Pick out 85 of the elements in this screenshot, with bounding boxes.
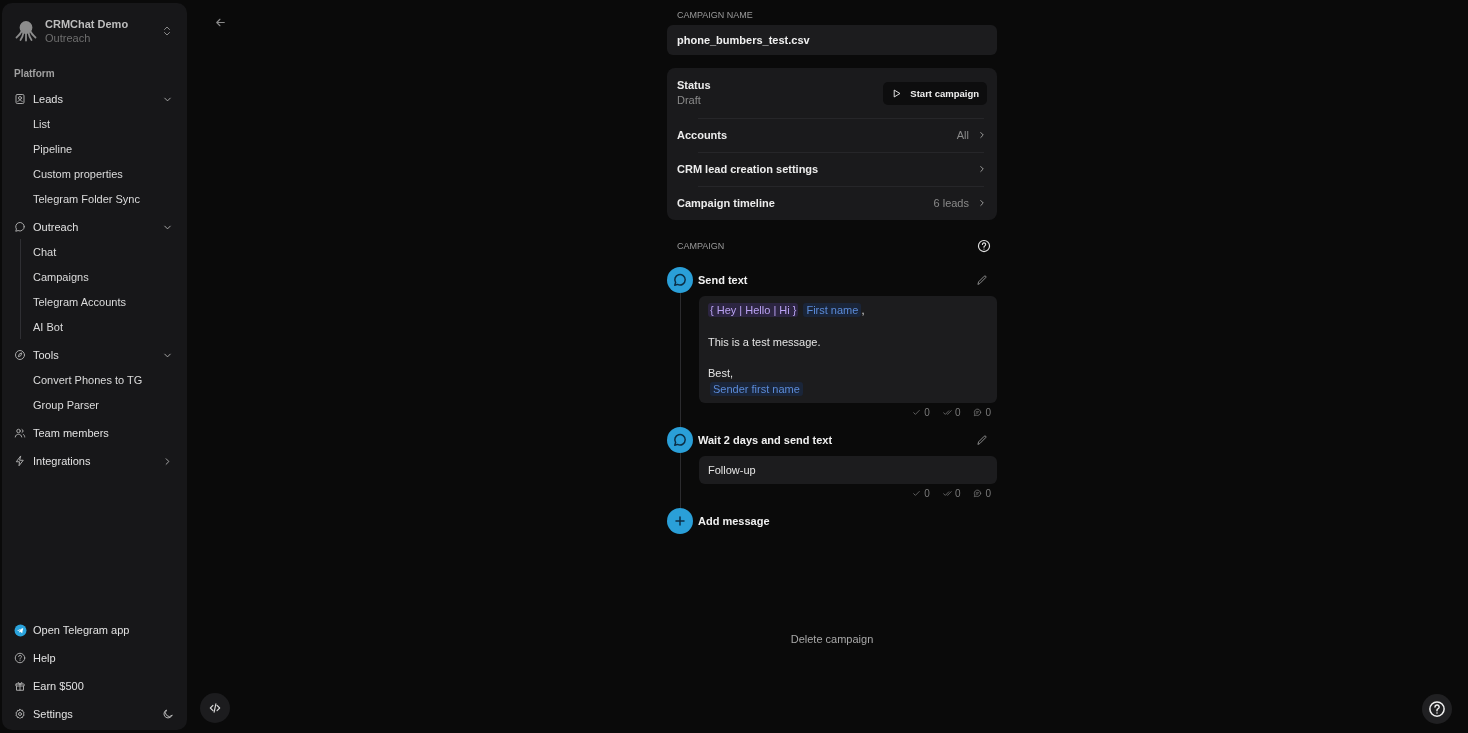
sidebar-subitem[interactable]: Custom properties (27, 161, 181, 186)
field-label: CAMPAIGN NAME (676, 9, 753, 21)
status-label: Status (677, 78, 711, 93)
users-icon (14, 427, 26, 439)
start-campaign-button[interactable]: Start campaign (883, 81, 987, 105)
workspace-name: CRMChat Demo (45, 17, 129, 31)
stat-count: 0 (954, 487, 961, 499)
chevron-right-icon (977, 164, 987, 174)
section-label: Platform (13, 67, 55, 81)
pencil-icon (976, 274, 988, 286)
chat-bubble-icon (14, 221, 26, 233)
step-title: Wait 2 days and send text (698, 434, 834, 446)
double-check-icon (942, 407, 952, 417)
variable-tag: First name (803, 303, 862, 317)
sidebar-subitem[interactable]: Group Parser (27, 392, 181, 417)
sidebar-item[interactable]: Tools (8, 341, 181, 369)
sidebar-item[interactable]: Integrations (8, 447, 181, 475)
settings-icon (14, 708, 26, 720)
help-icon (14, 652, 26, 664)
chat-bubble-icon (667, 427, 693, 453)
step-title: Send text (698, 274, 749, 286)
sidebar-subitem[interactable]: AI Bot (27, 314, 181, 339)
row-value: 6 leads (933, 197, 969, 209)
sidebar-subitem[interactable]: Campaigns (27, 264, 181, 289)
settings-row[interactable]: CRM lead creation settings (667, 152, 997, 186)
add-message-button[interactable]: Add message (667, 508, 770, 534)
stat-count: 0 (954, 406, 961, 418)
section-label: CAMPAIGN (677, 241, 725, 251)
sidebar-item[interactable]: Outreach (8, 213, 181, 241)
sidebar-subitem[interactable]: Telegram Accounts (27, 289, 181, 314)
help-icon (1428, 700, 1446, 718)
sidebar-subitem[interactable]: Pipeline (27, 136, 181, 161)
sidebar-item[interactable]: Earn $500 (8, 672, 181, 700)
sidebar-item[interactable]: Settings (8, 700, 162, 728)
chat-bubble-icon (973, 488, 983, 498)
sidebar-item[interactable]: Leads (8, 85, 181, 113)
double-check-icon (942, 488, 952, 498)
edit-button[interactable] (976, 434, 988, 446)
sidebar-subitem[interactable]: List (27, 111, 181, 136)
settings-row[interactable]: Campaign timeline 6 leads (667, 186, 997, 220)
sidebar-subitem[interactable]: Telegram Folder Sync (27, 186, 181, 211)
play-icon (891, 87, 903, 99)
message-text: , (861, 304, 865, 316)
message-text: This is a test message. (708, 335, 821, 348)
stat-count: 0 (985, 487, 991, 499)
paper-plane-icon (14, 623, 27, 637)
message-text: Follow-up (708, 464, 756, 476)
status-value: Draft (677, 93, 701, 108)
code-icon (208, 701, 222, 715)
chat-bubble-icon (973, 407, 983, 417)
variable-tag: Sender first name (710, 382, 803, 396)
moon-icon (162, 708, 174, 720)
contact-card-icon (14, 93, 26, 105)
chevron-right-icon (977, 198, 987, 208)
stat-count: 0 (985, 406, 991, 418)
theme-toggle-button[interactable] (162, 708, 174, 720)
help-button[interactable] (977, 239, 991, 253)
stat-count: 0 (924, 406, 930, 418)
check-icon (912, 488, 922, 498)
plus-icon (667, 508, 693, 534)
help-icon (977, 239, 991, 253)
sidebar-subitem[interactable]: Convert Phones to TG (27, 367, 181, 392)
message-text: Best, (708, 367, 734, 379)
sidebar-subitem[interactable]: Chat (27, 239, 181, 264)
edit-button[interactable] (976, 274, 988, 286)
help-button[interactable] (1422, 694, 1452, 724)
lightning-icon (14, 455, 26, 467)
code-button[interactable] (200, 693, 230, 723)
sidebar-item[interactable]: Open Telegram app (8, 616, 181, 644)
check-icon (912, 407, 922, 417)
stat-count: 0 (924, 487, 930, 499)
row-value: All (956, 129, 969, 141)
delete-campaign-button[interactable]: Delete campaign (790, 631, 874, 647)
workspace-subtitle: Outreach (45, 31, 91, 45)
settings-row[interactable]: Accounts All (667, 118, 997, 152)
compass-icon (14, 349, 26, 361)
chat-bubble-icon (667, 267, 693, 293)
octopus-icon (14, 19, 38, 43)
gift-icon (14, 680, 26, 692)
campaign-name-field[interactable]: phone_bumbers_test.csv (667, 25, 997, 55)
sidebar-item[interactable]: Team members (8, 419, 181, 447)
sidebar-item[interactable]: Help (8, 644, 181, 672)
spintax-tag: { Hey | Hello | Hi } (708, 303, 799, 317)
pencil-icon (976, 434, 988, 446)
chevron-right-icon (977, 130, 987, 140)
